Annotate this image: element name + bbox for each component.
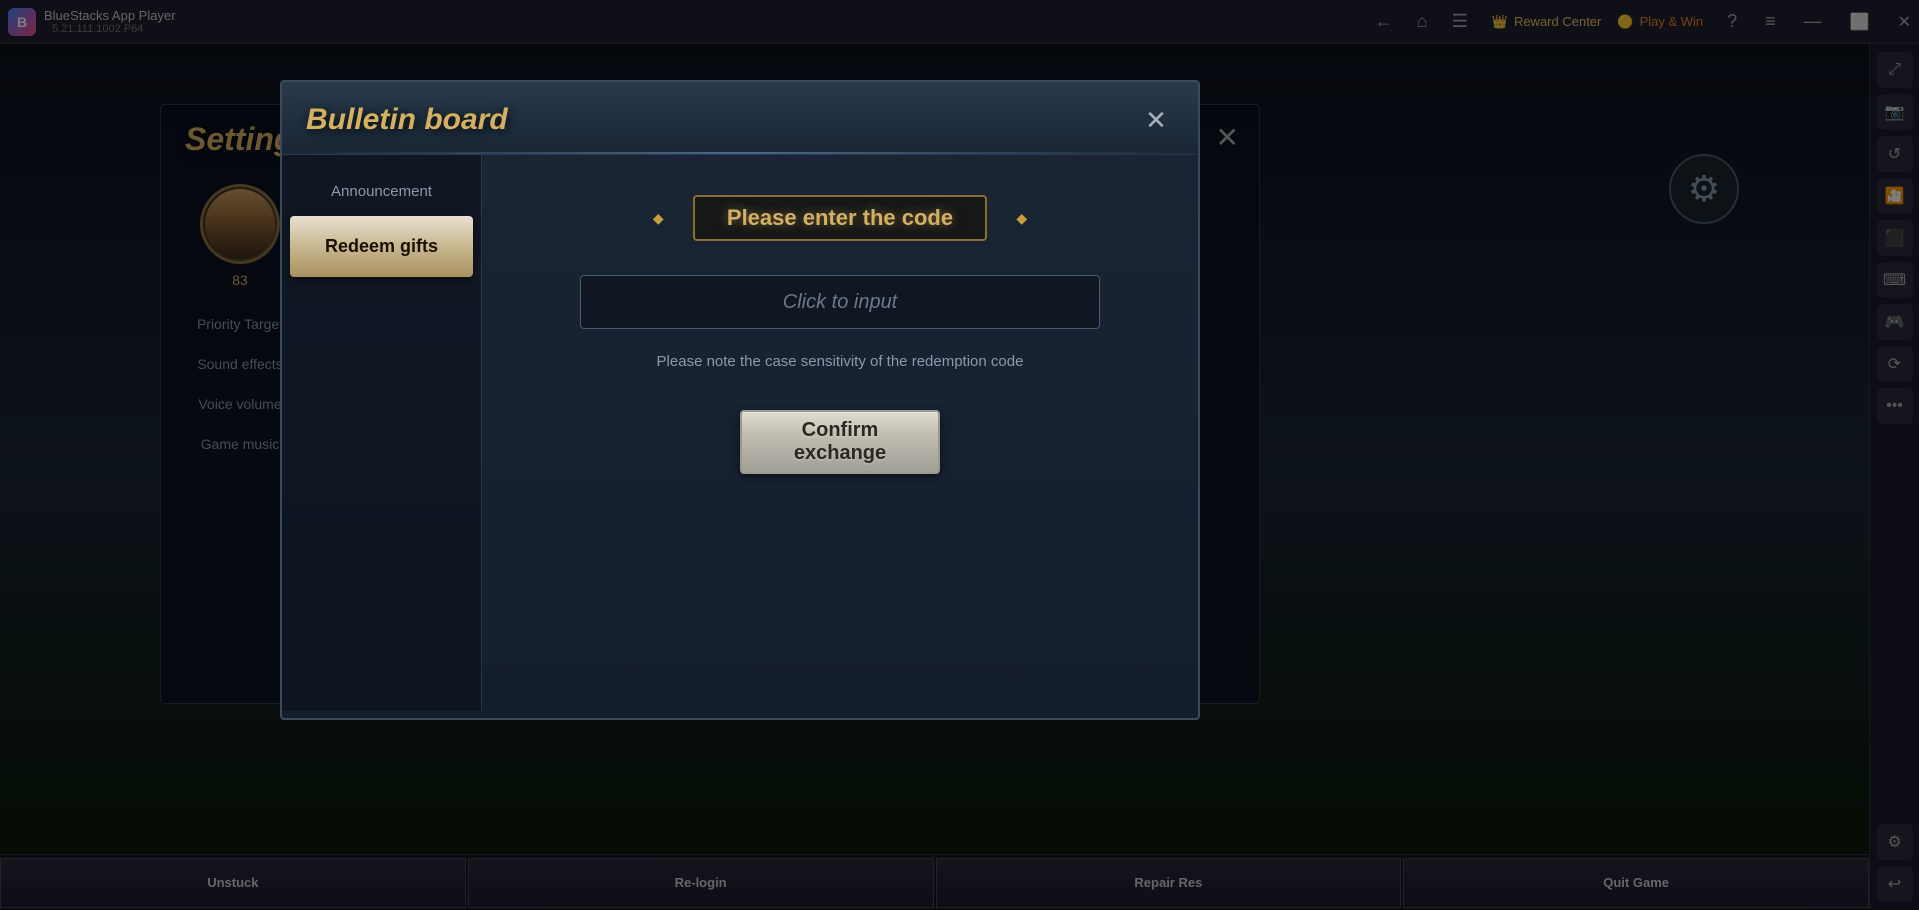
bulletin-header: Bulletin board ✕ [282,82,1198,155]
code-note: Please note the case sensitivity of the … [657,353,1024,370]
confirm-exchange-label: Confirm exchange [794,419,886,465]
confirm-exchange-button[interactable]: Confirm exchange [740,410,940,474]
code-input-box[interactable]: Click to input [580,275,1100,329]
bulletin-title: Bulletin board [306,103,508,137]
tab-redeem-gifts[interactable]: Redeem gifts [290,216,473,277]
bulletin-tab-list: Announcement Redeem gifts [282,155,482,711]
bulletin-body: Announcement Redeem gifts Please enter t… [282,155,1198,711]
bulletin-close-button[interactable]: ✕ [1138,102,1174,138]
bulletin-board-modal: Bulletin board ✕ Announcement Redeem gif… [280,80,1200,720]
code-input-placeholder: Click to input [783,291,898,314]
code-title-badge: Please enter the code [653,185,1027,251]
tab-announcement[interactable]: Announcement [282,171,481,212]
redeem-gifts-content: Please enter the code Click to input Ple… [482,155,1198,711]
code-title-text: Please enter the code [693,195,987,241]
